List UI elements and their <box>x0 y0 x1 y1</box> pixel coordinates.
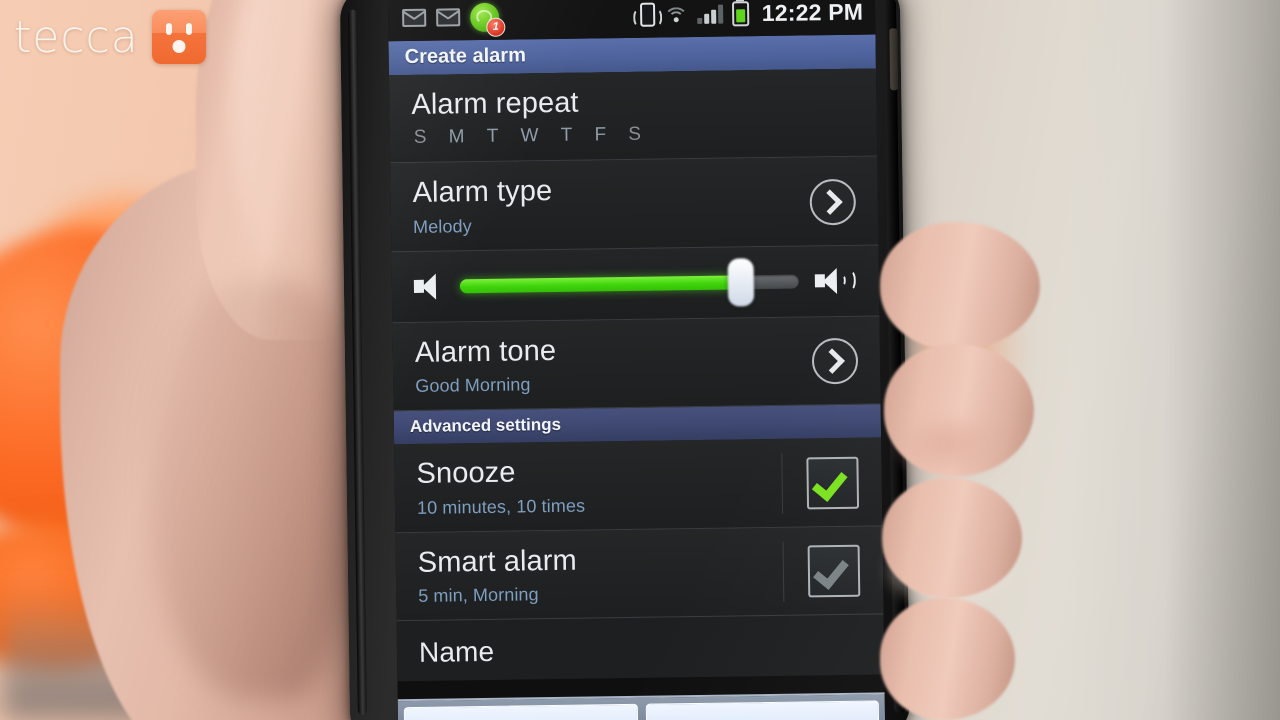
phone-screen: 1 12:22 PM Create alarm Alarm repeat S M… <box>387 0 886 720</box>
row-snooze[interactable]: Snooze 10 minutes, 10 times <box>394 437 883 534</box>
day-toggle-mon[interactable]: M <box>449 127 465 149</box>
smart-alarm-checkbox[interactable] <box>807 544 860 598</box>
day-toggle-tue[interactable]: T <box>487 126 499 148</box>
alarm-type-label: Alarm type <box>412 175 553 210</box>
alarm-tone-label: Alarm tone <box>414 334 557 369</box>
hand-finger-ring <box>882 478 1022 598</box>
bottom-button-bar <box>397 692 886 720</box>
speaker-low-icon <box>413 273 444 300</box>
alarm-tone-value: Good Morning <box>415 374 531 397</box>
hand-finger-little <box>880 598 1015 720</box>
hand-finger-index <box>880 222 1040 350</box>
phone-power-button[interactable] <box>889 28 899 91</box>
status-bar-clock: 12:22 PM <box>761 0 864 26</box>
volume-slider-thumb[interactable] <box>727 258 755 307</box>
alarm-repeat-days[interactable]: S M T W T F S <box>412 121 861 149</box>
volume-slider-fill <box>459 275 742 294</box>
status-bar-notifications: 1 <box>402 2 506 37</box>
watermark: tecca <box>14 10 206 64</box>
checkmark-icon <box>811 464 848 502</box>
tecca-smiley-logo <box>151 10 206 64</box>
row-alarm-type[interactable]: Alarm type Melody <box>390 156 879 253</box>
row-name[interactable]: Name <box>396 614 885 681</box>
gmail-envelope-icon <box>402 8 427 28</box>
name-label: Name <box>418 636 495 669</box>
checkmark-icon <box>812 552 849 590</box>
day-toggle-thu[interactable]: T <box>561 125 573 147</box>
wifi-icon <box>663 5 689 32</box>
watermark-text: tecca <box>14 11 139 63</box>
alarm-type-value: Melody <box>412 216 472 237</box>
row-alarm-tone[interactable]: Alarm tone Good Morning <box>392 316 881 412</box>
snooze-checkbox[interactable] <box>805 456 859 510</box>
hand-palm-shadow <box>150 280 350 700</box>
status-bar: 1 12:22 PM <box>387 0 876 42</box>
smart-alarm-value: 5 min, Morning <box>418 584 539 607</box>
row-smart-alarm[interactable]: Smart alarm 5 min, Morning <box>395 526 884 622</box>
bottom-button-left[interactable] <box>403 703 638 720</box>
day-toggle-sun[interactable]: S <box>414 127 427 149</box>
notification-badge: 1 <box>486 17 506 37</box>
signal-bars-icon <box>696 4 723 24</box>
snooze-checkbox-cell[interactable] <box>781 451 883 514</box>
chevron-right-circle-icon[interactable] <box>811 337 859 385</box>
bottom-button-right[interactable] <box>645 700 880 720</box>
phone-device: 1 12:22 PM Create alarm Alarm repeat S M… <box>339 0 911 720</box>
vibrate-icon <box>639 2 655 27</box>
chevron-right-circle-icon[interactable] <box>809 178 857 226</box>
speaker-high-icon <box>814 267 859 295</box>
phone-left-edge <box>348 9 367 715</box>
status-bar-system-icons: 12:22 PM <box>639 0 864 32</box>
day-toggle-wed[interactable]: W <box>520 126 538 148</box>
row-alarm-volume[interactable] <box>391 245 880 324</box>
day-toggle-sat[interactable]: S <box>628 124 641 146</box>
background-wall-shadow <box>1070 0 1280 720</box>
alarm-repeat-label: Alarm repeat <box>411 86 579 121</box>
hand-finger-shadow <box>898 420 1008 480</box>
row-alarm-repeat[interactable]: Alarm repeat S M T W T F S <box>388 68 878 164</box>
green-messenger-app-icon: 1 <box>469 2 506 37</box>
settings-list: Alarm repeat S M T W T F S Alarm type Me… <box>388 68 885 681</box>
snooze-value: 10 minutes, 10 times <box>416 495 586 518</box>
battery-icon <box>731 0 749 26</box>
volume-slider[interactable] <box>459 258 799 307</box>
gmail-envelope-icon <box>436 8 461 27</box>
day-toggle-fri[interactable]: F <box>594 125 606 147</box>
screenshot-scene: 1 12:22 PM Create alarm Alarm repeat S M… <box>0 0 1280 720</box>
smart-alarm-label: Smart alarm <box>417 544 578 579</box>
snooze-label: Snooze <box>416 456 516 491</box>
smart-alarm-checkbox-cell[interactable] <box>782 540 884 603</box>
